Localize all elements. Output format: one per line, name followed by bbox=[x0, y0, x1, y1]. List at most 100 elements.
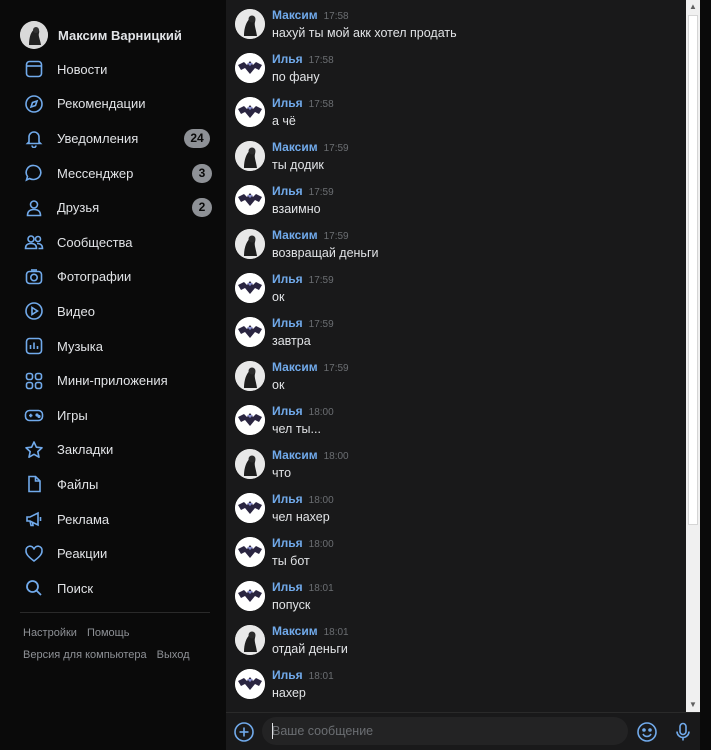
message-time: 17:58 bbox=[323, 11, 349, 22]
microphone-icon[interactable] bbox=[672, 721, 694, 743]
sidebar-item-label: Мини-приложения bbox=[57, 373, 168, 389]
sidebar-item-ads[interactable]: Реклама bbox=[20, 502, 212, 537]
help-link[interactable]: Помощь bbox=[87, 627, 130, 639]
message-author[interactable]: Илья bbox=[272, 536, 303, 550]
sidebar-item-video[interactable]: Видео bbox=[20, 294, 212, 329]
profile[interactable]: Максим Варницкий bbox=[20, 20, 182, 50]
message-author[interactable]: Максим bbox=[272, 228, 318, 242]
sidebar-item-communities[interactable]: Сообщества bbox=[20, 225, 212, 260]
sidebar-item-label: Фотографии bbox=[57, 269, 132, 285]
message-item[interactable]: Илья 17:58 по фану bbox=[235, 49, 675, 93]
sidebar-item-messenger[interactable]: Мессенджер 3 bbox=[20, 156, 212, 191]
message-item[interactable]: Максим 17:59 возвращай деньги bbox=[235, 225, 675, 269]
message-author[interactable]: Илья bbox=[272, 96, 303, 110]
message-avatar[interactable] bbox=[235, 537, 265, 567]
profile-name[interactable]: Максим Варницкий bbox=[58, 28, 182, 43]
message-time: 18:01 bbox=[308, 671, 334, 682]
sidebar-item-files[interactable]: Файлы bbox=[20, 467, 212, 502]
message-item[interactable]: Максим 18:00 что bbox=[235, 445, 675, 489]
message-author[interactable]: Илья bbox=[272, 52, 303, 66]
message-avatar[interactable] bbox=[235, 273, 265, 303]
message-author[interactable]: Максим bbox=[272, 624, 318, 638]
message-avatar[interactable] bbox=[235, 185, 265, 215]
message-icon bbox=[20, 159, 48, 187]
message-text: нахер bbox=[272, 686, 306, 700]
message-author[interactable]: Илья bbox=[272, 404, 303, 418]
sidebar-item-label: Уведомления bbox=[57, 130, 139, 146]
message-item[interactable]: Илья 18:00 чел нахер bbox=[235, 489, 675, 533]
scroll-down-icon[interactable]: ▼ bbox=[686, 698, 700, 712]
emoji-icon[interactable] bbox=[636, 721, 658, 743]
sidebar-item-friends[interactable]: Друзья 2 bbox=[20, 190, 212, 225]
message-item[interactable]: Максим 18:01 отдай деньги bbox=[235, 621, 675, 665]
message-avatar[interactable] bbox=[235, 97, 265, 127]
settings-link[interactable]: Настройки bbox=[23, 627, 77, 639]
message-text: ок bbox=[272, 290, 285, 304]
message-avatar[interactable] bbox=[235, 405, 265, 435]
message-item[interactable]: Илья 17:59 завтра bbox=[235, 313, 675, 357]
message-item[interactable]: Максим 17:59 ты додик bbox=[235, 137, 675, 181]
message-author[interactable]: Максим bbox=[272, 8, 318, 22]
message-author[interactable]: Илья bbox=[272, 184, 303, 198]
message-avatar[interactable] bbox=[235, 625, 265, 655]
sidebar-item-label: Музыка bbox=[57, 338, 103, 354]
message-author[interactable]: Максим bbox=[272, 360, 318, 374]
logout-link[interactable]: Выход bbox=[157, 649, 190, 661]
sidebar-item-notifications[interactable]: Уведомления 24 bbox=[20, 121, 212, 156]
scroll-up-icon[interactable]: ▲ bbox=[686, 0, 700, 14]
message-avatar[interactable] bbox=[235, 229, 265, 259]
sidebar-item-label: Мессенджер bbox=[57, 165, 134, 181]
message-time: 17:59 bbox=[323, 143, 349, 154]
message-avatar[interactable] bbox=[235, 53, 265, 83]
message-time: 17:59 bbox=[308, 319, 334, 330]
message-avatar[interactable] bbox=[235, 581, 265, 611]
sidebar-item-recommendations[interactable]: Рекомендации bbox=[20, 87, 212, 122]
message-author[interactable]: Илья bbox=[272, 272, 303, 286]
attach-icon[interactable] bbox=[233, 721, 255, 743]
message-item[interactable]: Илья 17:59 взаимно bbox=[235, 181, 675, 225]
sidebar-item-label: Файлы bbox=[57, 476, 99, 492]
sidebar: Максим Варницкий Новости Рекомендации Ув… bbox=[0, 0, 225, 750]
message-item[interactable]: Илья 18:01 нахер bbox=[235, 665, 675, 709]
message-time: 18:01 bbox=[323, 627, 349, 638]
message-author[interactable]: Илья bbox=[272, 580, 303, 594]
scrollbar[interactable]: ▲ ▼ bbox=[686, 0, 700, 712]
message-item[interactable]: Илья 17:58 а чё bbox=[235, 93, 675, 137]
messenger-badge: 3 bbox=[192, 163, 212, 183]
message-item[interactable]: Илья 17:59 ок bbox=[235, 269, 675, 313]
message-avatar[interactable] bbox=[235, 669, 265, 699]
sidebar-item-news[interactable]: Новости bbox=[20, 52, 212, 87]
desktop-version-link[interactable]: Версия для компьютера bbox=[23, 649, 147, 661]
message-item[interactable]: Илья 18:01 попуск bbox=[235, 577, 675, 621]
sidebar-item-mini-apps[interactable]: Мини-приложения bbox=[20, 363, 212, 398]
message-author[interactable]: Максим bbox=[272, 140, 318, 154]
message-text: попуск bbox=[272, 598, 311, 612]
message-avatar[interactable] bbox=[235, 493, 265, 523]
message-author[interactable]: Илья bbox=[272, 668, 303, 682]
message-item[interactable]: Максим 17:58 нахуй ты мой акк хотел продат… bbox=[235, 5, 675, 49]
scrollbar-thumb[interactable] bbox=[688, 15, 698, 525]
message-avatar[interactable] bbox=[235, 449, 265, 479]
sidebar-item-bookmarks[interactable]: Закладки bbox=[20, 433, 212, 468]
message-avatar[interactable] bbox=[235, 141, 265, 171]
message-author[interactable]: Илья bbox=[272, 492, 303, 506]
message-item[interactable]: Илья 18:00 ты бот bbox=[235, 533, 675, 577]
avatar[interactable] bbox=[20, 21, 48, 49]
sidebar-item-music[interactable]: Музыка bbox=[20, 329, 212, 364]
message-avatar[interactable] bbox=[235, 361, 265, 391]
message-author[interactable]: Илья bbox=[272, 316, 303, 330]
message-author[interactable]: Максим bbox=[272, 448, 318, 462]
sidebar-item-search[interactable]: Поиск bbox=[20, 571, 212, 606]
sidebar-item-photos[interactable]: Фотографии bbox=[20, 260, 212, 295]
sidebar-item-reactions[interactable]: Реакции bbox=[20, 536, 212, 571]
sidebar-item-label: Игры bbox=[57, 407, 88, 423]
message-text: завтра bbox=[272, 334, 311, 348]
message-item[interactable]: Илья 18:00 чел ты... bbox=[235, 401, 675, 445]
sidebar-item-games[interactable]: Игры bbox=[20, 398, 212, 433]
message-input[interactable] bbox=[262, 717, 628, 745]
sidebar-nav: Новости Рекомендации Уведомления 24 Месс… bbox=[20, 52, 212, 606]
message-time: 18:00 bbox=[308, 407, 334, 418]
message-avatar[interactable] bbox=[235, 317, 265, 347]
message-avatar[interactable] bbox=[235, 9, 265, 39]
message-item[interactable]: Максим 17:59 ок bbox=[235, 357, 675, 401]
